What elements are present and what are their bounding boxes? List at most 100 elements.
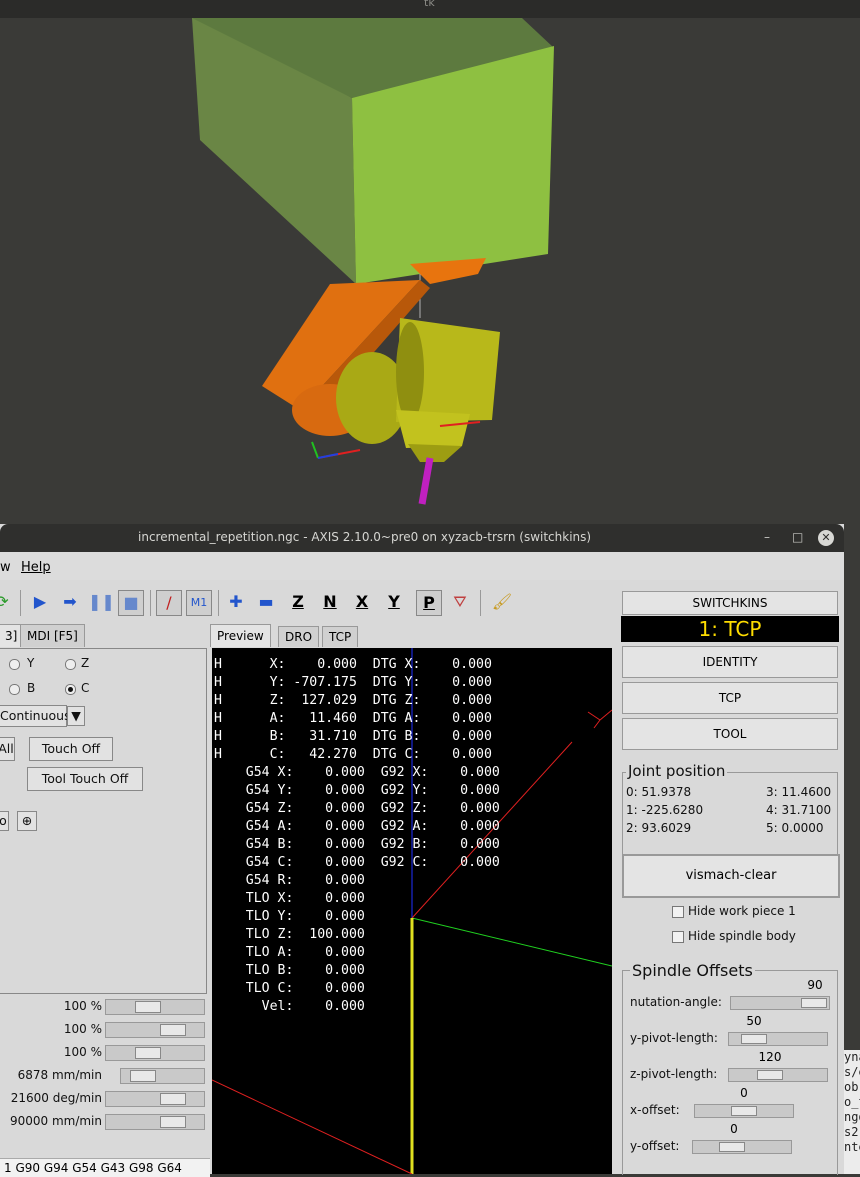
radio-y[interactable] xyxy=(9,659,20,670)
slider-handle[interactable] xyxy=(719,1142,745,1152)
spindle-button[interactable]: o xyxy=(0,811,9,831)
zoom-in-icon[interactable]: ✚ xyxy=(224,590,248,614)
nutation-angle-slider[interactable] xyxy=(730,996,830,1010)
vismach-clear-button[interactable]: vismach-clear xyxy=(622,854,840,898)
tab-tcp[interactable]: TCP xyxy=(322,626,359,647)
clear-plot-icon[interactable]: 🖌 xyxy=(490,590,514,614)
tab-dro[interactable]: DRO xyxy=(278,626,320,647)
terminal-line: s2. xyxy=(844,1125,860,1139)
max-velocity-slider[interactable] xyxy=(105,1114,205,1130)
minimize-button[interactable]: – xyxy=(764,530,770,544)
view-rotated-z-icon[interactable]: N xyxy=(318,590,342,614)
y-offset-label: y-offset: xyxy=(630,1139,680,1153)
spindle-nose xyxy=(396,410,470,448)
slider-handle[interactable] xyxy=(731,1106,757,1116)
touch-off-button[interactable]: Touch Off xyxy=(29,737,113,761)
radio-c[interactable] xyxy=(65,684,76,695)
terminal-line: s/e xyxy=(844,1065,860,1079)
nutation-angle-value: 90 xyxy=(807,978,823,992)
top-window-title: tk xyxy=(424,0,435,9)
slider-handle[interactable] xyxy=(741,1034,767,1044)
stop-icon[interactable]: ■ xyxy=(118,590,144,616)
max-velocity-value: 90000 mm/min xyxy=(9,1114,102,1128)
radio-c-label: C xyxy=(81,681,90,695)
y-pivot-length-value: 50 xyxy=(746,1014,762,1028)
view-x-icon[interactable]: X xyxy=(350,590,374,614)
x-offset-label: x-offset: xyxy=(630,1103,680,1117)
zoom-out-icon[interactable]: ▬ xyxy=(254,590,278,614)
pause-icon[interactable]: ❚❚ xyxy=(88,590,115,614)
chevron-down-icon[interactable]: ▼ xyxy=(67,706,85,726)
y-offset-slider[interactable] xyxy=(692,1140,792,1154)
slider-handle[interactable] xyxy=(135,1001,161,1013)
optional-stop-icon[interactable]: M1 xyxy=(186,590,212,616)
tcp-button[interactable]: TCP xyxy=(622,682,838,714)
slider-handle[interactable] xyxy=(160,1116,186,1128)
slider-handle[interactable] xyxy=(160,1093,186,1105)
view-perspective-icon[interactable]: P xyxy=(416,590,442,616)
x-offset-slider[interactable] xyxy=(694,1104,794,1118)
axis-window-title: incremental_repetition.ngc - AXIS 2.10.0… xyxy=(138,530,592,544)
terminal-edge: yna s/e ob o_t ngd s2. nte xyxy=(844,1050,860,1174)
view-y-icon[interactable]: Y xyxy=(382,590,406,614)
feed-override-slider[interactable] xyxy=(105,999,205,1015)
rapid-override-value: 100 % xyxy=(63,1022,102,1036)
maximize-button[interactable]: □ xyxy=(792,530,803,544)
tool-touch-off-button[interactable]: Tool Touch Off xyxy=(27,767,143,791)
rotate-view-icon[interactable]: ⛛ xyxy=(448,590,472,614)
tab-mdi[interactable]: MDI [F5] xyxy=(20,624,85,647)
vismach-viewport[interactable] xyxy=(0,18,860,524)
hide-work-piece-checkbox[interactable] xyxy=(672,906,684,918)
jog-speed-slider[interactable] xyxy=(120,1068,205,1084)
y-pivot-length-label: y-pivot-length: xyxy=(630,1031,718,1045)
spindle-body-face xyxy=(396,322,424,422)
home-all-button[interactable]: All xyxy=(0,737,15,761)
toolbar: ⟳ ▶ ➡ ❚❚ ■ / M1 ✚ ▬ Z N X Y P ⛛ 🖌 xyxy=(0,586,620,620)
block-delete-icon[interactable]: / xyxy=(156,590,182,616)
gcode-status-bar: 1 G90 G94 G54 G43 G98 G64 xyxy=(0,1158,210,1177)
run-icon[interactable]: ▶ xyxy=(28,590,52,614)
jog-increment-select[interactable]: Continuous xyxy=(0,705,71,727)
slider-handle[interactable] xyxy=(801,998,827,1008)
terminal-line: o_t xyxy=(844,1095,860,1109)
spindle-rotate-icon[interactable]: ⊕ xyxy=(17,811,37,831)
gcode-preview[interactable]: H X: 0.000 DTG X: 0.000 H Y: -707.175 DT… xyxy=(212,648,612,1174)
step-icon[interactable]: ➡ xyxy=(58,590,82,614)
terminal-line: ob xyxy=(844,1080,859,1094)
preview-cone-a xyxy=(587,711,601,721)
angular-jog-speed-value: 21600 deg/min xyxy=(10,1091,102,1105)
kinematics-display: 1: TCP xyxy=(621,616,839,642)
radio-y-label: Y xyxy=(27,656,35,670)
close-button[interactable]: ✕ xyxy=(818,530,834,546)
y-pivot-length-slider[interactable] xyxy=(728,1032,828,1046)
angular-jog-speed-slider[interactable] xyxy=(105,1091,205,1107)
terminal-line: nte xyxy=(844,1140,860,1154)
manual-control-panel: Y Z B C Continuous ▼ All Touch Off Tool … xyxy=(0,648,207,994)
slider-handle[interactable] xyxy=(135,1047,161,1059)
hide-spindle-body-checkbox[interactable] xyxy=(672,931,684,943)
radio-b[interactable] xyxy=(9,684,20,695)
menu-help[interactable]: Help xyxy=(21,560,51,575)
view-z-icon[interactable]: Z xyxy=(286,590,310,614)
joint-2-value: 2: 93.6029 xyxy=(626,821,692,835)
tool-button[interactable]: TOOL xyxy=(622,718,838,750)
spindle-override-slider[interactable] xyxy=(105,1045,205,1061)
slider-handle[interactable] xyxy=(757,1070,783,1080)
rapid-override-slider[interactable] xyxy=(105,1022,205,1038)
z-pivot-length-label: z-pivot-length: xyxy=(630,1067,718,1081)
joint-position-title: Joint position xyxy=(626,762,728,780)
tab-preview[interactable]: Preview xyxy=(210,624,271,647)
radio-z[interactable] xyxy=(65,659,76,670)
menu-view[interactable]: w xyxy=(0,560,11,575)
spindle-override-value: 100 % xyxy=(63,1045,102,1059)
slider-handle[interactable] xyxy=(160,1024,186,1036)
radio-z-label: Z xyxy=(81,656,90,670)
axis-titlebar[interactable]: incremental_repetition.ngc - AXIS 2.10.0… xyxy=(0,524,844,552)
radio-b-label: B xyxy=(27,681,36,695)
slider-handle[interactable] xyxy=(130,1070,156,1082)
terminal-line: ngd xyxy=(844,1110,860,1124)
z-pivot-length-slider[interactable] xyxy=(728,1068,828,1082)
top-window-titlebar: tk xyxy=(0,0,860,18)
identity-button[interactable]: IDENTITY xyxy=(622,646,838,678)
reload-icon[interactable]: ⟳ xyxy=(0,590,14,614)
